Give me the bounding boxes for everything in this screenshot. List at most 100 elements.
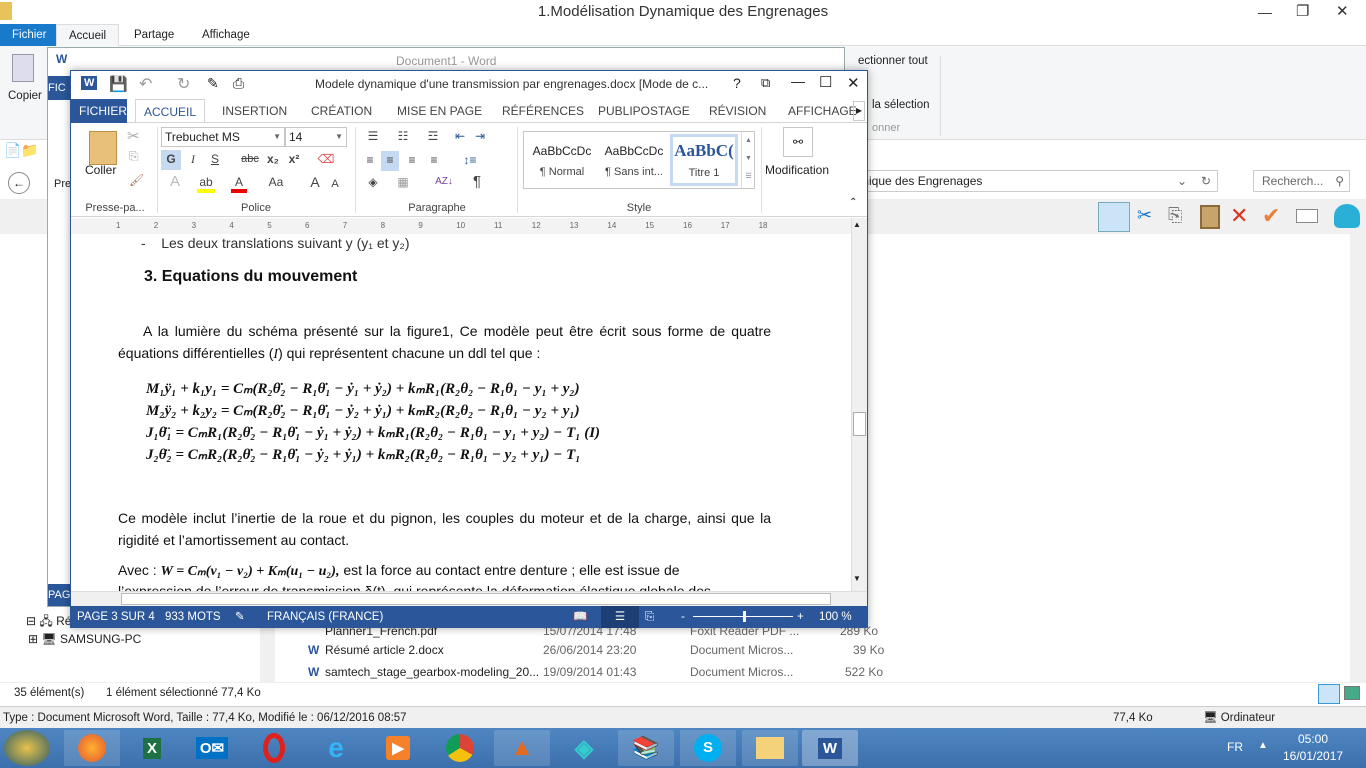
taskbar-skype[interactable]: S bbox=[680, 730, 736, 766]
taskbar-app[interactable]: ◈ bbox=[556, 730, 612, 766]
align-right-icon[interactable]: ≡ bbox=[403, 151, 421, 171]
taskbar-chrome[interactable] bbox=[432, 730, 488, 766]
read-mode-icon[interactable]: 📖 bbox=[573, 606, 587, 628]
horizontal-scrollbar[interactable] bbox=[71, 591, 867, 606]
edit-icon[interactable]: ✎ bbox=[207, 75, 219, 92]
language-indicator[interactable]: FRANÇAIS (FRANCE) bbox=[267, 606, 383, 628]
file-row[interactable]: Wsamtech_stage_gearbox-modeling_20... 19/… bbox=[290, 661, 890, 683]
find-binoculars-icon[interactable]: ⚯ bbox=[783, 127, 813, 157]
print-layout-icon[interactable]: ☰ bbox=[601, 606, 639, 628]
paste-button[interactable]: Coller bbox=[85, 163, 116, 177]
cut-icon[interactable]: ✂ bbox=[127, 127, 140, 145]
search-input[interactable]: Recherch... ⚲ bbox=[1253, 170, 1350, 192]
tab-insertion[interactable]: INSERTION bbox=[214, 99, 295, 123]
large-icons-view-button[interactable] bbox=[1344, 686, 1360, 700]
font-size-select[interactable]: 14 ▼ bbox=[285, 127, 347, 147]
file-row[interactable]: W Résumé article 2.docx 26/06/2014 23:20 Do… bbox=[290, 639, 890, 661]
select-all-button[interactable]: ectionner tout bbox=[858, 55, 928, 67]
tray-chevron-icon[interactable]: ▲ bbox=[1258, 740, 1268, 751]
restore-button[interactable]: ❐ bbox=[1296, 0, 1309, 24]
taskbar-outlook[interactable]: O✉ bbox=[184, 730, 240, 766]
format-painter-icon[interactable]: 🖌 bbox=[129, 173, 144, 187]
zoom-out-button[interactable]: - bbox=[681, 606, 685, 628]
zoom-slider-thumb[interactable] bbox=[743, 611, 746, 622]
subscript-button[interactable]: x₂ bbox=[264, 150, 282, 170]
change-case-button[interactable]: Aa bbox=[263, 173, 289, 193]
save-icon[interactable]: 💾 bbox=[109, 75, 128, 93]
text-effects-icon[interactable]: A bbox=[167, 173, 183, 193]
address-bar[interactable]: mique des Engrenages ⌄ ↻ bbox=[850, 170, 1218, 192]
tab-references[interactable]: RÉFÉRENCES bbox=[494, 99, 592, 123]
highlight-icon[interactable]: ab bbox=[197, 173, 215, 193]
print-preview-icon[interactable]: ⎙ bbox=[233, 75, 244, 92]
taskbar-opera[interactable] bbox=[246, 730, 302, 766]
taskbar-media[interactable]: ▶ bbox=[370, 730, 426, 766]
web-layout-icon[interactable]: ⎘ bbox=[645, 606, 654, 628]
tab-mise-en-page[interactable]: MISE EN PAGE bbox=[389, 99, 490, 123]
borders-icon[interactable]: ▦ bbox=[391, 173, 415, 193]
tab-revision[interactable]: RÉVISION bbox=[701, 99, 774, 123]
redo-icon[interactable]: ↻ bbox=[177, 74, 190, 94]
style-sans-interligne[interactable]: AaBbCcDc ¶ Sans int... bbox=[598, 134, 670, 186]
taskbar-excel[interactable]: X bbox=[124, 730, 180, 766]
superscript-button[interactable]: x² bbox=[285, 150, 303, 170]
tab-fichier[interactable]: FIC bbox=[48, 76, 72, 100]
align-center-icon[interactable]: ≡ bbox=[381, 151, 399, 171]
tree-item-samsung-pc[interactable]: ⊞ 🖥 SAMSUNG-PC bbox=[28, 632, 141, 646]
style-titre-1[interactable]: AaBbC(Titre 1 bbox=[670, 134, 738, 186]
chevron-down-icon[interactable]: ⌄ bbox=[1177, 171, 1187, 191]
undo-icon[interactable]: ↶ bbox=[139, 74, 152, 94]
justify-icon[interactable]: ≡ bbox=[425, 151, 443, 171]
bold-button[interactable]: G bbox=[161, 150, 181, 170]
shrink-font-button[interactable]: A bbox=[327, 175, 343, 195]
taskbar-matlab[interactable]: ▲ bbox=[494, 730, 550, 766]
underline-button[interactable]: S bbox=[205, 150, 225, 170]
minimize-button[interactable]: — bbox=[1258, 0, 1272, 24]
zoom-level[interactable]: 100 % bbox=[819, 606, 852, 628]
vertical-scrollbar[interactable]: ▲ ▼ bbox=[851, 218, 867, 591]
list-scrollbar[interactable] bbox=[1350, 234, 1366, 684]
scroll-down-icon[interactable]: ▼ bbox=[853, 574, 861, 583]
sort-icon[interactable]: AZ↓ bbox=[435, 173, 453, 193]
zoom-slider[interactable] bbox=[693, 611, 793, 622]
preview-pane-icon[interactable] bbox=[1098, 202, 1130, 232]
taskbar-word[interactable]: W bbox=[802, 730, 858, 766]
copy-icon[interactable]: ⎘ bbox=[1168, 205, 1182, 226]
help-button[interactable]: ? bbox=[733, 75, 741, 91]
paste-icon[interactable] bbox=[89, 131, 117, 165]
tabs-scroll-right[interactable]: ▶ bbox=[853, 101, 865, 121]
numbering-icon[interactable]: ☷ bbox=[391, 127, 415, 147]
page-indicator[interactable]: PAGE 3 SUR 4 bbox=[77, 606, 155, 628]
copy-icon[interactable]: ⎘ bbox=[129, 149, 139, 164]
tab-affichage[interactable]: AFFICHAGE bbox=[780, 99, 865, 123]
close-button[interactable]: ✕ bbox=[847, 74, 860, 92]
paste-icon[interactable] bbox=[1200, 205, 1220, 229]
align-left-icon[interactable]: ≡ bbox=[361, 151, 379, 171]
delete-icon[interactable]: ✕ bbox=[1230, 203, 1248, 229]
shell-icon[interactable] bbox=[1334, 204, 1360, 228]
proofing-icon[interactable]: ✎ bbox=[235, 606, 245, 628]
collapse-ribbon-icon[interactable]: ⌃ bbox=[849, 197, 857, 208]
zoom-in-button[interactable]: + bbox=[797, 606, 804, 628]
tab-creation[interactable]: CRÉATION bbox=[303, 99, 380, 123]
font-name-select[interactable]: Trebuchet MS ▼ bbox=[161, 127, 285, 147]
tab-affichage[interactable]: Affichage bbox=[190, 24, 262, 46]
shading-icon[interactable]: ◈ bbox=[361, 173, 385, 193]
minimize-button[interactable]: — bbox=[791, 73, 805, 89]
checkmark-icon[interactable]: ✔ bbox=[1262, 203, 1280, 229]
scroll-up-icon[interactable]: ▲ bbox=[853, 220, 861, 229]
scroll-thumb[interactable] bbox=[853, 412, 866, 436]
bullets-icon[interactable]: ☰ bbox=[361, 127, 385, 147]
line-spacing-icon[interactable]: ↕≡ bbox=[457, 151, 483, 171]
tab-publipostage[interactable]: PUBLIPOSTAGE bbox=[590, 99, 698, 123]
strikethrough-button[interactable]: abc bbox=[239, 150, 261, 170]
grow-font-button[interactable]: A bbox=[307, 173, 323, 193]
word-count[interactable]: 933 MOTS bbox=[165, 606, 221, 628]
scroll-thumb[interactable] bbox=[121, 593, 831, 605]
close-button[interactable]: ✕ bbox=[1336, 0, 1349, 24]
multilevel-list-icon[interactable]: ☲ bbox=[421, 127, 445, 147]
font-color-icon[interactable]: A bbox=[231, 173, 247, 193]
tab-partage[interactable]: Partage bbox=[122, 24, 186, 46]
tab-fichier[interactable]: Fichier bbox=[0, 24, 56, 46]
invert-selection-button[interactable]: la sélection bbox=[872, 99, 930, 111]
